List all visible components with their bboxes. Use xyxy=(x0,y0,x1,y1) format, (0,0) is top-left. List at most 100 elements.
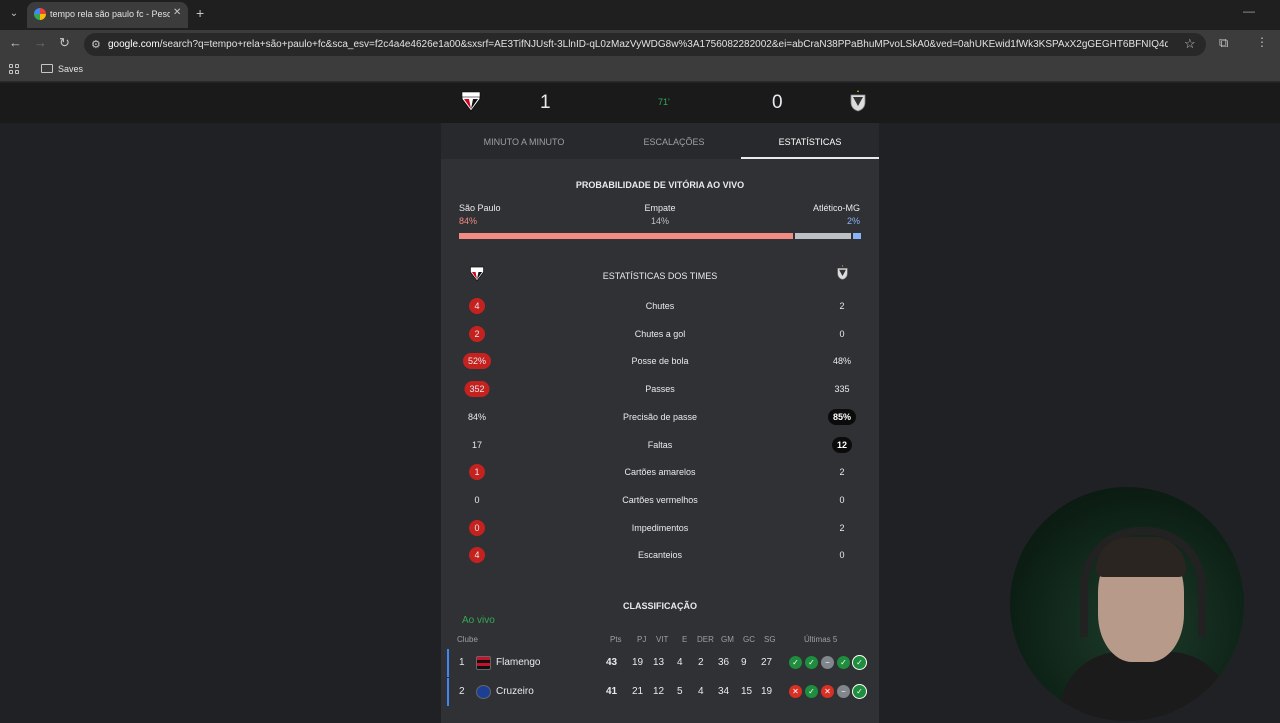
tab-escalacoes[interactable]: ESCALAÇÕES xyxy=(607,123,741,159)
site-info-icon[interactable]: ⚙ xyxy=(91,38,101,51)
prob-away-label: Atlético-MG xyxy=(812,203,860,213)
win-probability-title: PROBABILIDADE DE VITÓRIA AO VIVO xyxy=(575,180,745,190)
webcam-person-body xyxy=(1060,652,1230,721)
stat-away-value: 2 xyxy=(839,301,845,311)
stat-name: Cartões vermelhos xyxy=(622,494,698,505)
browser-toolbar: ← → ↻ ⚙ google.com/search?q=tempo+rela+s… xyxy=(0,30,1280,58)
standings-cell-gm: 36 xyxy=(718,657,730,668)
stat-away-value: 335 xyxy=(834,384,850,395)
standings-cell-gc: 15 xyxy=(741,685,753,697)
standings-row[interactable]: 2 Cruzeiro 41 21 12 5 4 34 15 19 ✕ ✓ ✕ − ✓ xyxy=(447,677,879,706)
stat-away-value: 2 xyxy=(839,467,845,478)
back-arrow-icon[interactable]: ← xyxy=(9,36,22,50)
col-sg: SG xyxy=(764,635,776,644)
draw-minus-icon: − xyxy=(837,684,850,698)
tab-estatisticas[interactable]: ESTATÍSTICAS xyxy=(741,123,879,159)
stat-row: 17 Faltas 12 xyxy=(441,435,879,455)
reload-icon[interactable]: ↻ xyxy=(59,36,70,50)
prob-bar-home xyxy=(459,233,793,239)
browser-tab[interactable]: tempo rela são paulo fc - Pesqu ✕ xyxy=(27,2,188,28)
tab-search-chevron-icon[interactable]: ⌄ xyxy=(6,6,22,22)
stat-row: 84% Precisão de passe 85% xyxy=(441,407,879,427)
last-five-form: ✕ ✓ ✕ − ✓ xyxy=(789,684,866,698)
standings-cell-der: 2 xyxy=(698,657,704,668)
menu-more-icon[interactable]: ⋮ xyxy=(1256,35,1268,49)
stat-row: 1 Cartões amarelos 2 xyxy=(441,462,879,482)
url-text[interactable]: google.com/search?q=tempo+rela+são+paulo… xyxy=(108,39,1168,50)
match-score-header: 1 71' 0 xyxy=(0,83,1280,123)
url-domain: google.com xyxy=(108,39,160,50)
tab-title: tempo rela são paulo fc - Pesqu xyxy=(50,9,170,19)
bookmark-star-icon[interactable]: ☆ xyxy=(1184,36,1196,52)
webcam-person-hair xyxy=(1096,537,1186,577)
standings-row[interactable]: 1 Flamengo 43 19 13 4 2 36 9 27 ✓ ✓ − ✓ ✓ xyxy=(447,649,879,677)
standings-cell-pts: 43 xyxy=(606,657,618,668)
atletico-mg-crest-icon xyxy=(837,264,848,280)
prob-bar-away xyxy=(853,233,861,239)
minimize-window-icon[interactable]: — xyxy=(1243,4,1255,18)
standings-cell-pj: 19 xyxy=(632,657,644,668)
prob-draw-value: 14% xyxy=(650,216,669,226)
col-gc: GC xyxy=(743,635,755,644)
stat-name: Chutes xyxy=(645,301,675,311)
col-clube: Clube xyxy=(457,635,478,644)
club-crest-icon xyxy=(476,656,491,670)
standings-cell-pos: 2 xyxy=(459,685,465,697)
sao-paulo-crest-icon xyxy=(461,91,481,112)
stat-row: 52% Posse de bola 48% xyxy=(441,351,879,371)
win-check-icon: ✓ xyxy=(837,656,850,669)
standings-cell-e: 4 xyxy=(677,657,683,668)
stat-row: 4 Escanteios 0 xyxy=(441,545,879,565)
club-crest-icon xyxy=(476,684,491,699)
home-score: 1 xyxy=(540,92,551,113)
stat-row: 2 Chutes a gol 0 xyxy=(441,324,879,344)
bookmark-folder-saves[interactable]: Saves xyxy=(58,64,83,74)
close-tab-icon[interactable]: ✕ xyxy=(173,7,181,18)
prob-bar-draw xyxy=(795,233,851,239)
standings-cell-pts: 41 xyxy=(606,685,618,697)
folder-icon[interactable] xyxy=(41,64,53,73)
col-gm: GM xyxy=(721,635,734,644)
stat-away-value: 12 xyxy=(831,436,853,453)
stats-panel: MINUTO A MINUTO ESCALAÇÕES ESTATÍSTICAS … xyxy=(441,123,879,723)
col-vit: VIT xyxy=(656,635,669,644)
win-check-icon: ✓ xyxy=(853,656,866,669)
forward-arrow-icon[interactable]: → xyxy=(34,36,47,50)
extensions-puzzle-icon[interactable]: ⧉ xyxy=(1219,35,1228,51)
stat-row: 352 Passes 335 xyxy=(441,379,879,399)
atletico-mg-crest-icon xyxy=(850,90,866,112)
win-check-icon: ✓ xyxy=(805,684,818,698)
prob-away-value: 2% xyxy=(846,216,860,226)
stat-name: Posse de bola xyxy=(631,356,689,367)
win-check-icon: ✓ xyxy=(853,684,866,698)
match-tabs: MINUTO A MINUTO ESCALAÇÕES ESTATÍSTICAS xyxy=(441,123,879,159)
new-tab-plus-icon[interactable]: + xyxy=(196,6,204,20)
stat-name: Impedimentos xyxy=(631,522,689,533)
stat-row: 0 Cartões vermelhos 0 xyxy=(441,490,879,510)
standings-cell-vit: 13 xyxy=(653,657,665,668)
stat-name: Passes xyxy=(645,384,675,395)
url-path: /search?q=tempo+rela+são+paulo+fc&sca_es… xyxy=(159,39,1168,50)
col-e: E xyxy=(682,635,688,644)
stat-away-value: 85% xyxy=(827,408,857,425)
google-favicon-icon xyxy=(34,8,46,20)
stat-name: Chutes a gol xyxy=(634,328,686,339)
stat-name: Cartões amarelos xyxy=(624,467,696,478)
stat-away-value: 2 xyxy=(839,522,845,533)
address-bar[interactable]: ⚙ google.com/search?q=tempo+rela+são+pau… xyxy=(84,33,1206,56)
col-ultimas-5: Últimas 5 xyxy=(804,635,838,644)
last-five-form: ✓ ✓ − ✓ ✓ xyxy=(789,656,866,669)
team-stats-title: ESTATÍSTICAS DOS TIMES xyxy=(602,271,718,281)
loss-x-icon: ✕ xyxy=(821,684,834,698)
stat-row: 0 Impedimentos 2 xyxy=(441,518,879,538)
standings-cell-pos: 1 xyxy=(459,657,465,668)
draw-minus-icon: − xyxy=(821,656,834,669)
live-standings-toggle[interactable]: Ao vivo xyxy=(462,615,495,626)
apps-grid-icon[interactable] xyxy=(9,64,19,74)
standings-cell-gc: 9 xyxy=(741,657,747,668)
page-content: 1 71' 0 MINUTO A MINUTO ESCALAÇÕES ESTAT… xyxy=(0,83,1280,723)
tab-minuto-a-minuto[interactable]: MINUTO A MINUTO xyxy=(441,123,607,159)
stat-name: Escanteios xyxy=(637,550,683,561)
bookmarks-bar: Saves xyxy=(0,58,1280,82)
standings-cell-gm: 34 xyxy=(718,685,730,697)
